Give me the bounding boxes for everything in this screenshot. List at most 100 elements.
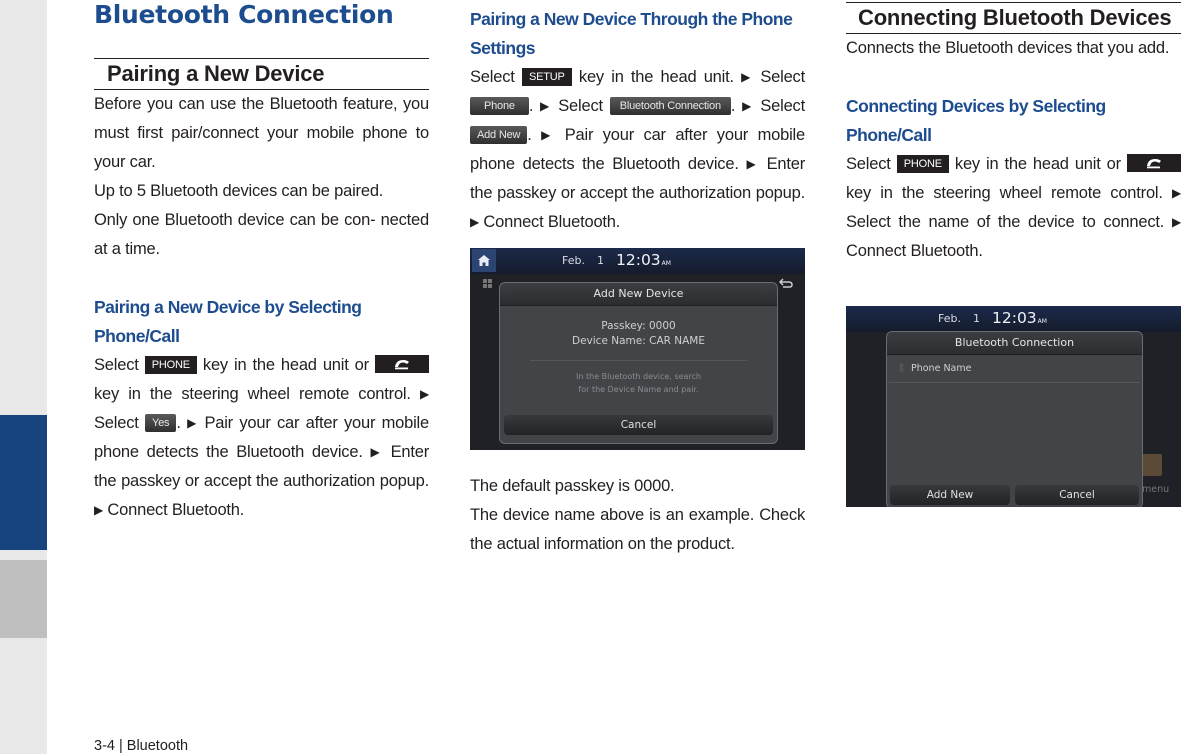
home-button (472, 249, 496, 272)
step-text: Select (760, 97, 805, 115)
step-text: key in the steering wheel remote control… (94, 385, 411, 403)
note-paired-limit: Up to 5 Bluetooth devices can be paired. (94, 182, 384, 200)
device-name-line: Device Name: CAR NAME (500, 335, 777, 347)
page-footer: 3-4 | Bluetooth (94, 738, 189, 754)
step-text: Select (94, 414, 139, 432)
time-value: 12:03 (992, 309, 1037, 327)
step-text: Select (470, 68, 515, 86)
step-text: Connect Bluetooth. (846, 242, 983, 260)
intro-text: Connects the Bluetooth devices that you … (846, 39, 1170, 57)
setup-key: SETUP (521, 68, 572, 86)
cancel-button[interactable]: Cancel (1015, 485, 1139, 505)
step-text: Select (846, 155, 891, 173)
device-name: Phone Name (911, 363, 972, 374)
note-default-passkey: The default passkey is 0000. (470, 477, 675, 495)
device-name-value: CAR NAME (649, 335, 705, 347)
divider (530, 360, 747, 361)
sidebar (0, 0, 47, 754)
arrow-icon: ▶ (540, 99, 552, 113)
phone-key: PHONE (144, 356, 197, 374)
arrow-icon: ▶ (746, 157, 759, 171)
background-menu-label: menu (1142, 484, 1170, 495)
subsection-title-phone-call: Pairing a New Device by Selecting Phone/… (94, 297, 362, 346)
arrow-icon: ▶ (470, 215, 480, 229)
steps-phone-settings: Select SETUP key in the head unit. ▶ Sel… (470, 63, 805, 237)
note-single-connection: Only one Bluetooth device can be con- ne… (94, 211, 429, 258)
step-text: . (528, 97, 534, 115)
bluetooth-icon: ᛒ (899, 363, 905, 374)
step-text: Select (94, 356, 139, 374)
device-list-item[interactable]: ᛒ Phone Name (889, 355, 1140, 383)
phone-menu-button: Phone (470, 97, 529, 115)
column-3: Connecting Bluetooth Devices Connects th… (846, 0, 1181, 266)
passkey-label: Passkey: (601, 320, 646, 332)
steps-connecting: Select PHONE key in the head unit or key… (846, 150, 1181, 266)
step-text: Select the name of the device to connect… (846, 213, 1165, 231)
arrow-icon: ▶ (94, 503, 104, 517)
screenshot-bluetooth-connection: Feb. 1 12:03AM menu Bluetooth Connection… (846, 306, 1181, 507)
step-text: Select (760, 68, 805, 86)
arrow-icon: ▶ (187, 416, 199, 430)
step-text: Connect Bluetooth. (483, 213, 621, 231)
step-text: key in the head unit or (202, 356, 369, 374)
add-new-button[interactable]: Add New (890, 485, 1010, 505)
background-app-icon (1140, 454, 1162, 476)
step-text: . (730, 97, 736, 115)
status-bar: Feb. 1 12:03AM (470, 248, 805, 274)
popup-title: Add New Device (500, 283, 777, 306)
column-1: Bluetooth Connection Pairing a New Devic… (94, 0, 429, 525)
status-time: 12:03AM (616, 251, 671, 269)
phone-key: PHONE (896, 155, 949, 173)
arrow-icon: ▶ (419, 387, 429, 401)
chapter-tab-active (0, 415, 47, 550)
call-key (1127, 154, 1181, 172)
passkey-line: Passkey: 0000 (500, 320, 777, 332)
chapter-title: Bluetooth Connection (94, 0, 394, 29)
add-new-button: Add New (470, 126, 528, 144)
arrow-icon: ▶ (742, 99, 754, 113)
passkey-value: 0000 (649, 320, 676, 332)
steps-phone-call: Select PHONE key in the head unit or key… (94, 351, 429, 525)
subsection-title-phone-settings: Pairing a New Device Through the Phone S… (470, 9, 793, 58)
section-title-pairing: Pairing a New Device (94, 58, 429, 90)
arrow-icon: ▶ (541, 128, 556, 142)
step-text: key in the head unit. (578, 68, 734, 86)
pairing-hint: In the Bluetooth device, search for the … (576, 372, 701, 394)
section-title-connecting: Connecting Bluetooth Devices (846, 2, 1181, 34)
step-text: Select (558, 97, 603, 115)
arrow-icon: ▶ (1171, 186, 1181, 200)
intro-text: Before you can use the Bluetooth feature… (94, 95, 429, 171)
yes-button: Yes (145, 414, 177, 432)
device-name-label: Device Name: (572, 335, 646, 347)
status-day: 1 (597, 254, 604, 267)
call-key (375, 355, 429, 373)
status-bar: Feb. 1 12:03AM (846, 306, 1181, 332)
cancel-button[interactable]: Cancel (504, 415, 773, 435)
status-time: 12:03AM (992, 309, 1047, 327)
time-value: 12:03 (616, 251, 661, 269)
column-2: Pairing a New Device Through the Phone S… (470, 0, 805, 553)
bluetooth-connection-button: Bluetooth Connection (609, 97, 731, 115)
chapter-tab (0, 560, 47, 638)
back-icon (779, 278, 793, 288)
grid-menu-icon (483, 279, 492, 288)
subsection-title-connecting-phone-call: Connecting Devices by Selecting Phone/Ca… (846, 96, 1106, 145)
status-date: Feb. (562, 254, 585, 267)
time-ampm: AM (1037, 318, 1047, 325)
screenshot-add-new-device: Feb. 1 12:03AM Add New Device Passkey: 0… (470, 248, 805, 450)
bluetooth-connection-popup: Bluetooth Connection ᛒ Phone Name Add Ne… (886, 331, 1143, 507)
phone-handset-icon (395, 360, 409, 370)
note-device-name-example: The device name above is an example. Che… (470, 506, 805, 553)
step-text: . (527, 126, 532, 144)
time-ampm: AM (661, 260, 671, 267)
arrow-icon: ▶ (741, 70, 754, 84)
popup-title: Bluetooth Connection (887, 332, 1142, 355)
arrow-icon: ▶ (1171, 215, 1181, 229)
step-text: . (176, 414, 181, 432)
step-text: key in the head unit or (954, 155, 1121, 173)
status-day: 1 (973, 312, 980, 325)
status-date: Feb. (938, 312, 961, 325)
step-text: Connect Bluetooth. (107, 501, 245, 519)
add-new-device-popup: Add New Device Passkey: 0000 Device Name… (499, 282, 778, 444)
step-text: key in the steering wheel remote control… (846, 184, 1163, 202)
